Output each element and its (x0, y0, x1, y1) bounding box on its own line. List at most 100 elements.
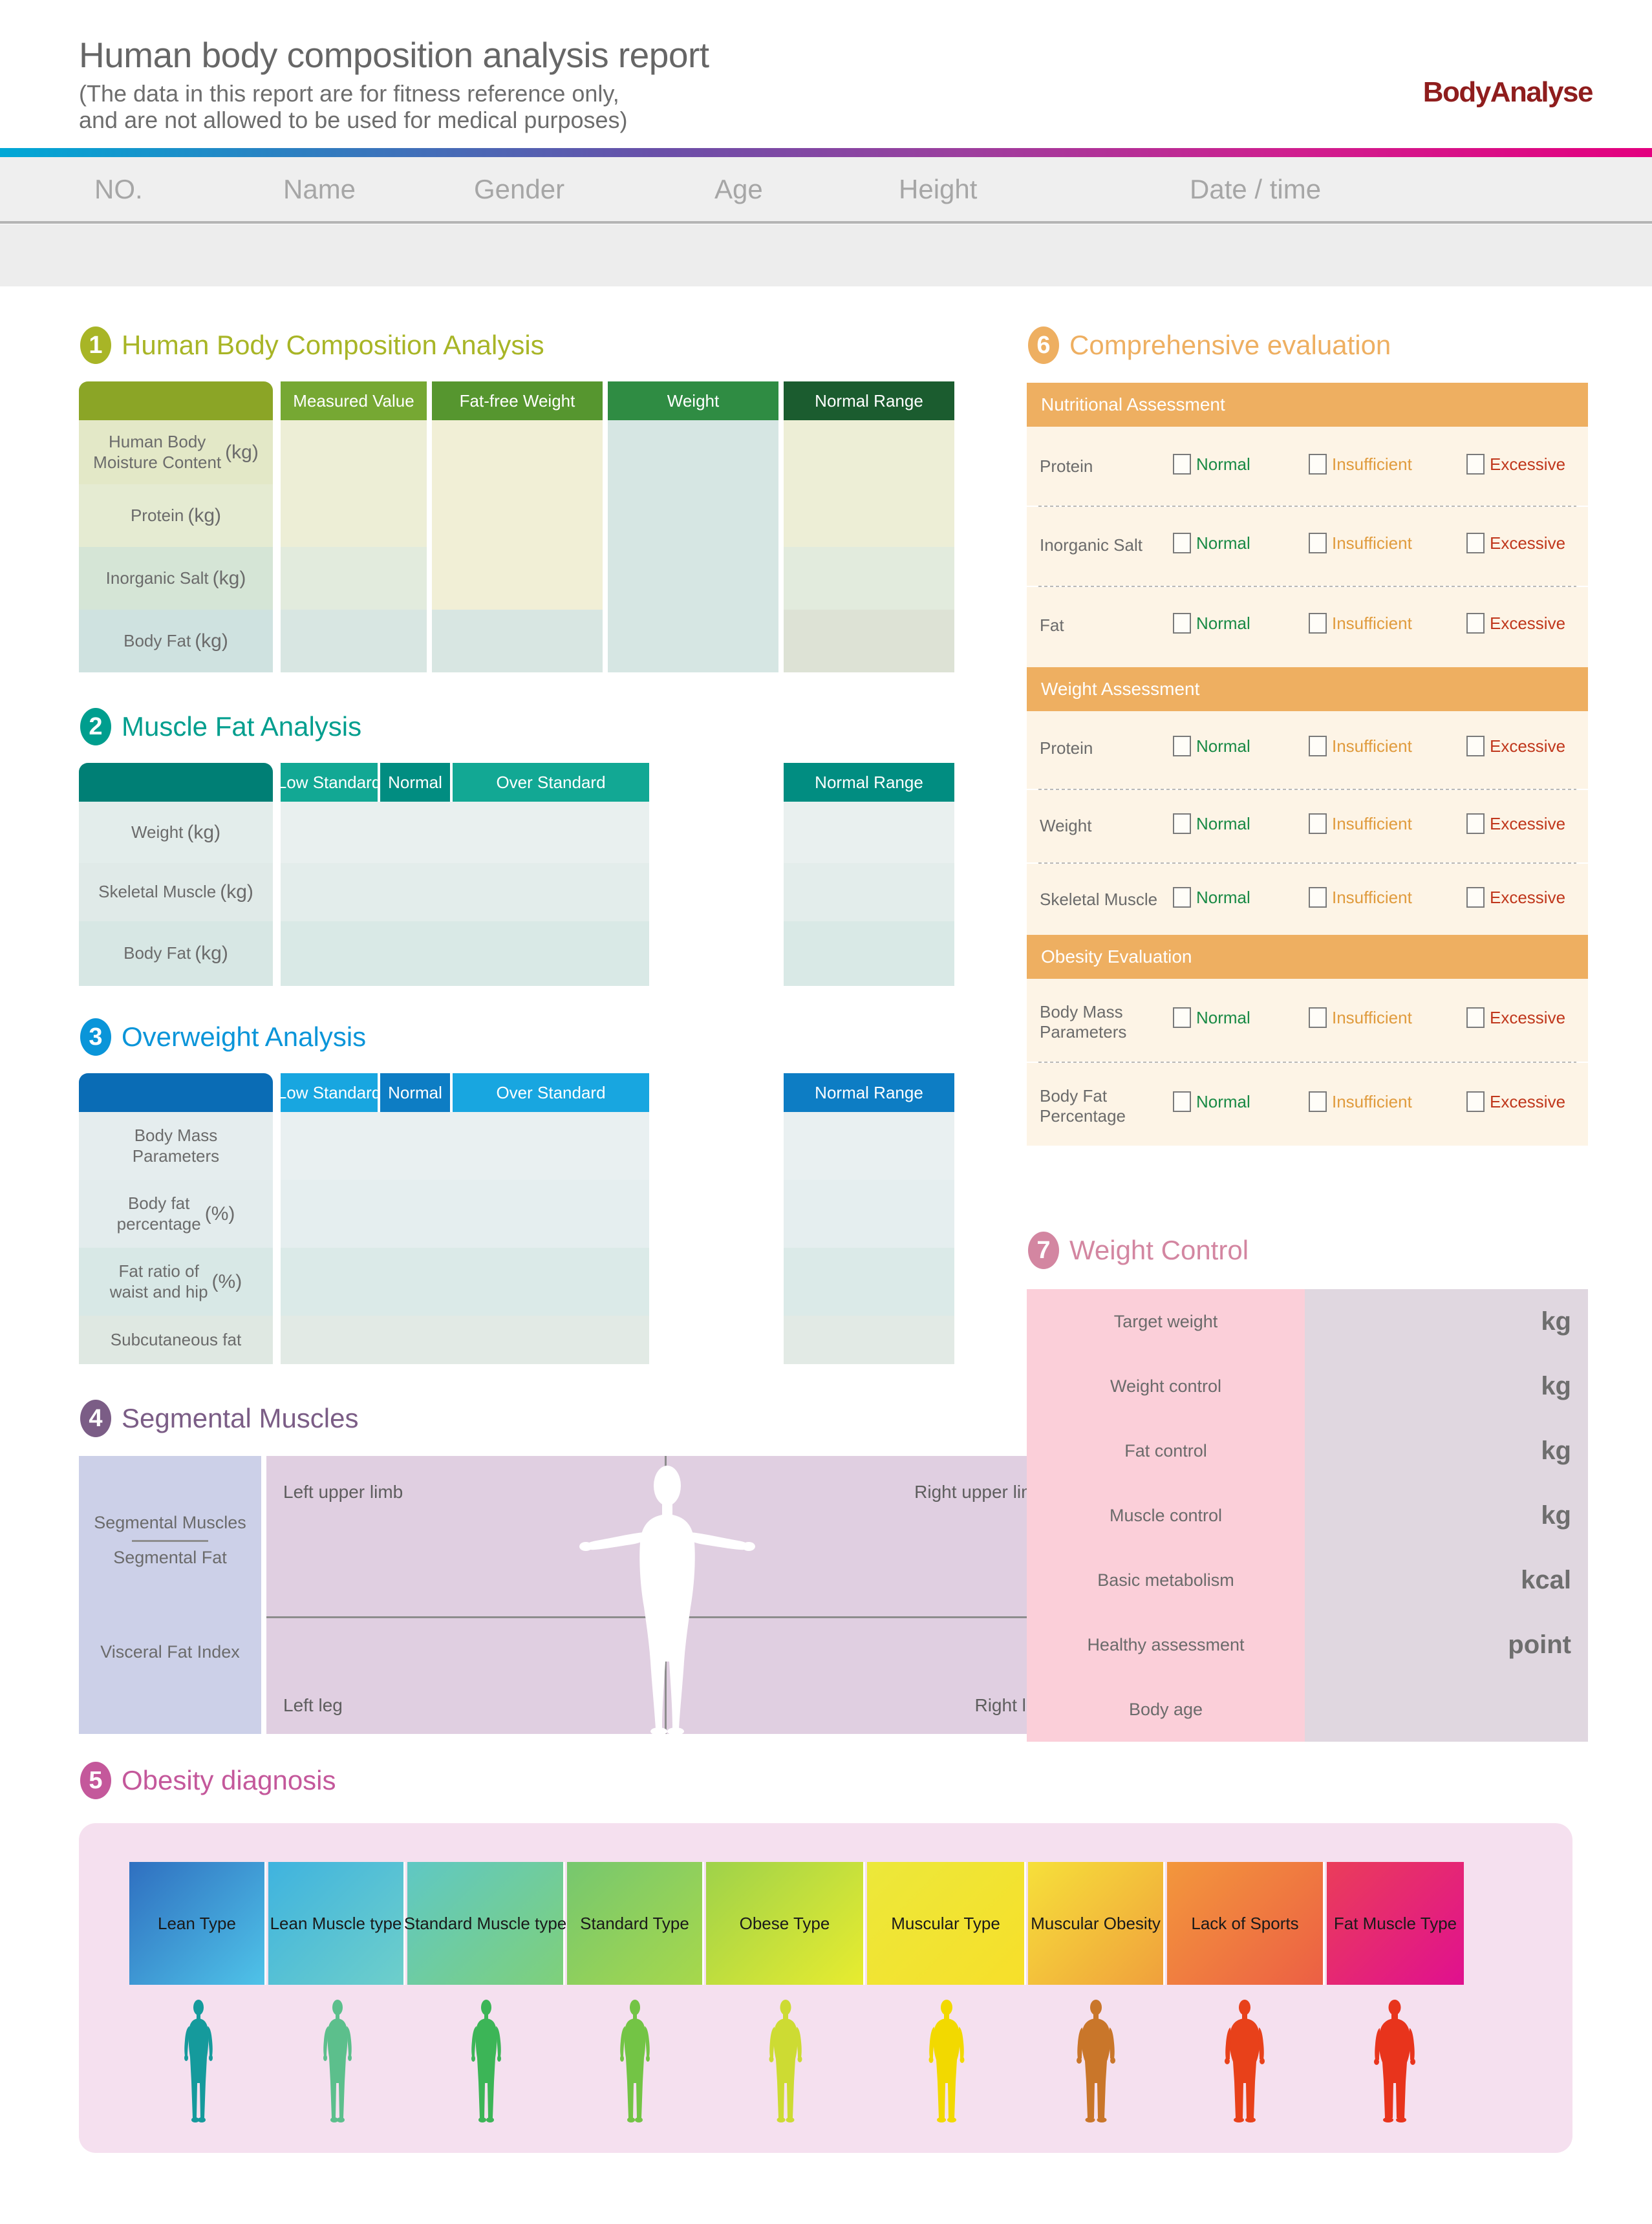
cell-normal-range-fat[interactable] (784, 610, 954, 672)
obesity-type-standard-muscle-type[interactable]: Standard Muscle type (404, 1862, 566, 1985)
checkbox-box[interactable] (1173, 736, 1191, 756)
cell-measured-value-top[interactable] (281, 420, 427, 547)
checkbox-box[interactable] (1309, 1007, 1327, 1028)
obesity-type-lack-of-sports[interactable]: Lack of Sports (1167, 1862, 1325, 1985)
checkbox-inorganic-salt-excessive[interactable]: Excessive (1466, 533, 1565, 553)
checkbox-box[interactable] (1466, 1091, 1485, 1112)
checkbox-weight-excessive[interactable]: Excessive (1466, 813, 1565, 834)
ow-cell-subcutaneous-range[interactable] (784, 1316, 954, 1364)
wc-value-cell-basic-metabolism[interactable]: kcal (1305, 1548, 1588, 1612)
checkbox-body-fat-pct-excessive[interactable]: Excessive (1466, 1091, 1565, 1112)
checkbox-box[interactable] (1173, 613, 1191, 634)
checkbox-fat-excessive[interactable]: Excessive (1466, 613, 1565, 634)
cell-measured-value-salt[interactable] (281, 547, 427, 610)
wc-value-cell-weight-control[interactable]: kg (1305, 1354, 1588, 1418)
checkbox-box[interactable] (1466, 736, 1485, 756)
checkbox-box[interactable] (1173, 1007, 1191, 1028)
checkbox-protein-weight-insufficient[interactable]: Insufficient (1309, 736, 1412, 756)
checkbox-skeletal-muscle-insufficient[interactable]: Insufficient (1309, 887, 1412, 908)
obesity-type-muscular-obesity[interactable]: Muscular Obesity (1028, 1862, 1165, 1985)
checkbox-box[interactable] (1173, 813, 1191, 834)
wc-label-cell-target-weight: Target weight (1027, 1289, 1305, 1354)
checkbox-inorganic-salt-insufficient[interactable]: Insufficient (1309, 533, 1412, 553)
wc-row-healthy-assessment[interactable]: Healthy assessment point (1027, 1612, 1588, 1677)
ow-cell-bodyfat-range[interactable] (784, 1180, 954, 1248)
mf-cell-bodyfat-range[interactable] (784, 921, 954, 986)
checkbox-body-mass-excessive[interactable]: Excessive (1466, 1007, 1565, 1028)
obesity-type-lean-muscle-type[interactable]: Lean Muscle type (268, 1862, 405, 1985)
ow-cell-subcutaneous-graph[interactable] (281, 1316, 649, 1364)
sidebar-item-segmental-muscles: Segmental Muscles (94, 1513, 246, 1532)
checkbox-weight-normal[interactable]: Normal (1173, 813, 1250, 834)
cell-fat-free-weight-fat[interactable] (432, 610, 603, 672)
mf-cell-weight-graph[interactable] (281, 802, 649, 863)
mf-cell-bodyfat-graph[interactable] (281, 921, 649, 986)
checkbox-box[interactable] (1466, 533, 1485, 553)
checkbox-box[interactable] (1466, 454, 1485, 475)
checkbox-inorganic-salt-normal[interactable]: Normal (1173, 533, 1250, 553)
wc-value-cell-target-weight[interactable]: kg (1305, 1289, 1588, 1354)
wc-row-fat-control[interactable]: Fat control kg (1027, 1418, 1588, 1483)
checkbox-skeletal-muscle-normal[interactable]: Normal (1173, 887, 1250, 908)
checkbox-box[interactable] (1466, 613, 1485, 634)
ow-cell-bodyfat-graph[interactable] (281, 1180, 649, 1248)
cell-measured-value-fat[interactable] (281, 610, 427, 672)
section-1-label: Human Body Composition Analysis (122, 330, 544, 360)
checkbox-body-fat-pct-insufficient[interactable]: Insufficient (1309, 1091, 1412, 1112)
ow-cell-bmi-graph[interactable] (281, 1112, 649, 1180)
checkbox-box[interactable] (1309, 887, 1327, 908)
wc-value-cell-healthy-assessment[interactable]: point (1305, 1612, 1588, 1677)
ow-cell-waisthip-range[interactable] (784, 1248, 954, 1316)
checkbox-box[interactable] (1173, 887, 1191, 908)
checkbox-box[interactable] (1466, 813, 1485, 834)
wc-row-muscle-control[interactable]: Muscle control kg (1027, 1483, 1588, 1548)
wc-value-cell-body-age[interactable] (1305, 1677, 1588, 1742)
checkbox-box[interactable] (1173, 1091, 1191, 1112)
checkbox-box[interactable] (1466, 1007, 1485, 1028)
checkbox-protein-weight-excessive[interactable]: Excessive (1466, 736, 1565, 756)
wc-value-cell-fat-control[interactable]: kg (1305, 1418, 1588, 1483)
body-diagram-panel[interactable]: Left upper limb Right upper limb Left le… (266, 1456, 1063, 1734)
checkbox-box[interactable] (1173, 533, 1191, 553)
checkbox-box[interactable] (1309, 454, 1327, 475)
obesity-type-lean-type[interactable]: Lean Type (129, 1862, 266, 1985)
ow-cell-bmi-range[interactable] (784, 1112, 954, 1180)
mf-cell-skeletal-graph[interactable] (281, 863, 649, 921)
obesity-type-standard-type[interactable]: Standard Type (567, 1862, 704, 1985)
cell-normal-range-top[interactable] (784, 420, 954, 547)
checkbox-skeletal-muscle-excessive[interactable]: Excessive (1466, 887, 1565, 908)
checkbox-box[interactable] (1466, 887, 1485, 908)
checkbox-protein-nutrition-normal[interactable]: Normal (1173, 454, 1250, 475)
mf-cell-skeletal-range[interactable] (784, 863, 954, 921)
wc-row-weight-control[interactable]: Weight control kg (1027, 1354, 1588, 1418)
checkbox-body-mass-normal[interactable]: Normal (1173, 1007, 1250, 1028)
checkbox-box[interactable] (1173, 454, 1191, 475)
ow-cell-waisthip-graph[interactable] (281, 1248, 649, 1316)
wc-row-basic-metabolism[interactable]: Basic metabolism kcal (1027, 1548, 1588, 1612)
cell-fat-free-weight[interactable] (432, 420, 603, 610)
mf-cell-weight-range[interactable] (784, 802, 954, 863)
checkbox-box[interactable] (1309, 533, 1327, 553)
cell-weight[interactable] (608, 420, 778, 672)
checkbox-box[interactable] (1309, 1091, 1327, 1112)
checkbox-box[interactable] (1309, 813, 1327, 834)
section-5-label: Obesity diagnosis (122, 1765, 336, 1795)
wc-row-body-age[interactable]: Body age (1027, 1677, 1588, 1742)
checkbox-fat-normal[interactable]: Normal (1173, 613, 1250, 634)
obesity-type-muscular-type[interactable]: Muscular Type (867, 1862, 1026, 1985)
wc-row-target-weight[interactable]: Target weight kg (1027, 1289, 1588, 1354)
checkbox-weight-insufficient[interactable]: Insufficient (1309, 813, 1412, 834)
checkbox-box[interactable] (1309, 736, 1327, 756)
obesity-type-obese-type[interactable]: Obese Type (706, 1862, 865, 1985)
checkbox-protein-weight-normal[interactable]: Normal (1173, 736, 1250, 756)
checkbox-body-mass-insufficient[interactable]: Insufficient (1309, 1007, 1412, 1028)
wc-value-cell-muscle-control[interactable]: kg (1305, 1483, 1588, 1548)
cell-normal-range-salt[interactable] (784, 547, 954, 610)
checkbox-fat-insufficient[interactable]: Insufficient (1309, 613, 1412, 634)
checkbox-body-fat-pct-normal[interactable]: Normal (1173, 1091, 1250, 1112)
checkbox-protein-nutrition-insufficient[interactable]: Insufficient (1309, 454, 1412, 475)
checkbox-box[interactable] (1309, 613, 1327, 634)
obesity-type-fat-muscle-type[interactable]: Fat Muscle Type (1327, 1862, 1464, 1985)
subject-value-strip[interactable] (0, 224, 1652, 286)
checkbox-protein-nutrition-excessive[interactable]: Excessive (1466, 454, 1565, 475)
